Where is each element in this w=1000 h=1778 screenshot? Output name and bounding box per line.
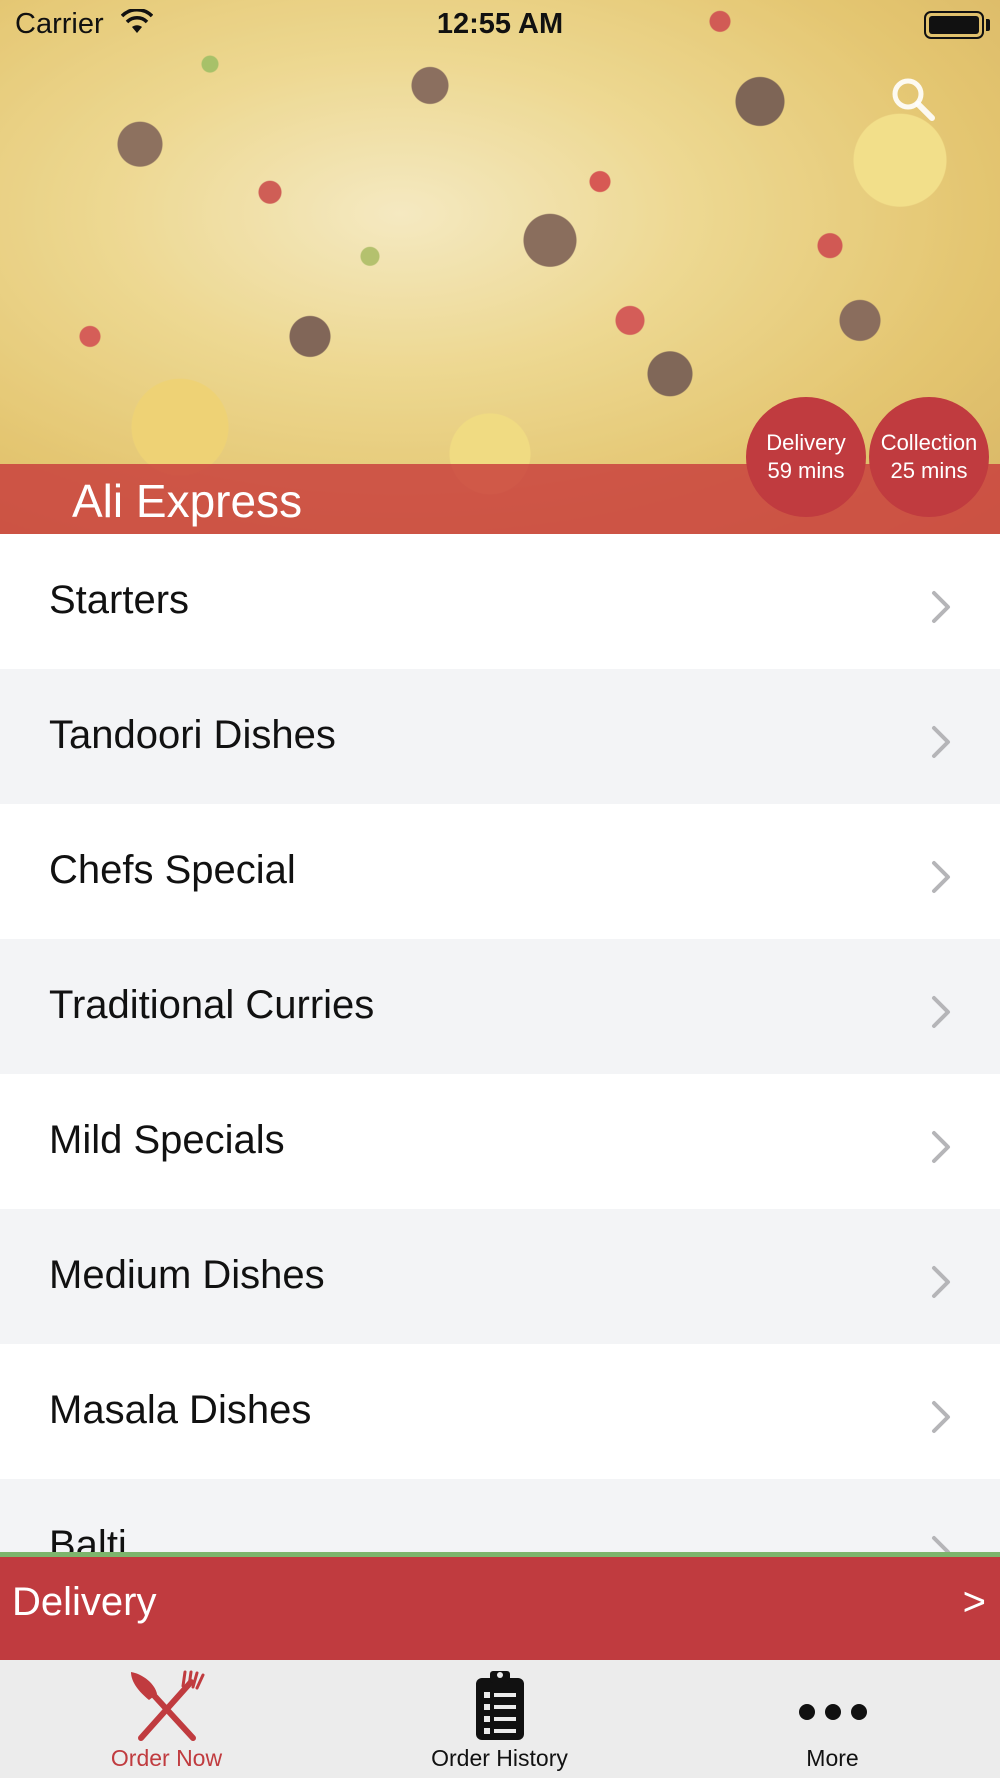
bottom-tab-bar: Order Now Order History More xyxy=(0,1660,1000,1778)
battery-tip xyxy=(986,19,990,31)
tab-more[interactable]: More xyxy=(666,1660,999,1778)
search-icon[interactable] xyxy=(888,74,938,124)
menu-item-balti[interactable]: Balti xyxy=(0,1479,1000,1558)
chevron-right-icon xyxy=(928,1264,954,1304)
tab-label: Order History xyxy=(431,1745,568,1771)
chevron-right-icon xyxy=(928,994,954,1034)
collection-badge-label: Collection xyxy=(880,430,978,455)
order-mode-bar[interactable]: Delivery > xyxy=(0,1552,1000,1660)
restaurant-name: Ali Express xyxy=(72,475,303,527)
menu-item-chefs-special[interactable]: Chefs Special xyxy=(0,804,1000,939)
menu-item-traditional-curries[interactable]: Traditional Curries xyxy=(0,939,1000,1074)
menu-item-label: Medium Dishes xyxy=(49,1253,325,1297)
menu-category-list[interactable]: Starters Tandoori Dishes Chefs Special T… xyxy=(0,534,1000,1558)
fork-knife-icon xyxy=(127,1668,207,1748)
hero-banner: Carrier 12:55 AM Ali Express Delivery 59… xyxy=(0,0,1000,534)
menu-item-medium-dishes[interactable]: Medium Dishes xyxy=(0,1209,1000,1344)
menu-item-label: Tandoori Dishes xyxy=(49,713,336,757)
menu-item-label: Traditional Curries xyxy=(49,983,375,1027)
menu-item-tandoori-dishes[interactable]: Tandoori Dishes xyxy=(0,669,1000,804)
menu-item-mild-specials[interactable]: Mild Specials xyxy=(0,1074,1000,1209)
chevron-right-icon xyxy=(928,724,954,764)
clipboard-icon xyxy=(472,1668,528,1748)
menu-item-label: Chefs Special xyxy=(49,848,296,892)
collection-time-badge: Collection 25 mins xyxy=(869,397,989,517)
tab-label: More xyxy=(806,1745,859,1771)
chevron-right-icon xyxy=(928,1129,954,1169)
chevron-right-icon xyxy=(928,859,954,899)
tab-order-now[interactable]: Order Now xyxy=(0,1660,333,1778)
status-time: 12:55 AM xyxy=(436,8,564,40)
tab-order-history[interactable]: Order History xyxy=(333,1660,666,1778)
menu-item-label: Masala Dishes xyxy=(49,1388,312,1432)
delivery-time-badge: Delivery 59 mins xyxy=(746,397,866,517)
menu-item-label: Starters xyxy=(49,578,190,622)
tab-label: Order Now xyxy=(110,1745,223,1771)
status-bar: Carrier 12:55 AM xyxy=(0,0,1000,50)
delivery-badge-label: Delivery xyxy=(766,430,846,455)
chevron-right-icon xyxy=(928,1399,954,1439)
order-mode-arrow: > xyxy=(962,1580,986,1624)
order-mode-label: Delivery xyxy=(12,1580,157,1624)
menu-item-starters[interactable]: Starters xyxy=(0,534,1000,669)
delivery-badge-time: 59 mins xyxy=(767,458,845,483)
menu-item-masala-dishes[interactable]: Masala Dishes xyxy=(0,1344,1000,1479)
collection-badge-time: 25 mins xyxy=(890,458,968,483)
chevron-right-icon xyxy=(928,589,954,629)
more-dots-icon xyxy=(798,1668,868,1748)
battery-icon xyxy=(924,11,984,39)
menu-item-label: Mild Specials xyxy=(49,1118,285,1162)
